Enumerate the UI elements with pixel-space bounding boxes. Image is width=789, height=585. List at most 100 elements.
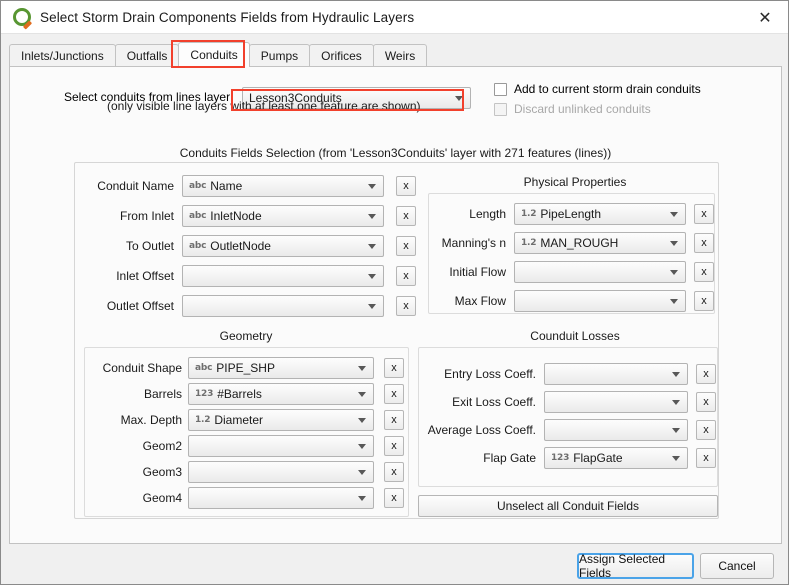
- clear-button-conduit-shape[interactable]: x: [384, 358, 404, 378]
- chevron-down-icon: [670, 212, 678, 217]
- field-combo-geom3[interactable]: [188, 461, 374, 483]
- tab-bar: Inlets/Junctions Outfalls Conduits Pumps…: [9, 42, 780, 67]
- clear-button-outlet-offset[interactable]: x: [396, 296, 416, 316]
- clear-button-conduit-name[interactable]: x: [396, 176, 416, 196]
- conduits-tab-panel: Select conduits from lines layer Lesson3…: [9, 66, 782, 544]
- clear-button-inlet-offset[interactable]: x: [396, 266, 416, 286]
- checkbox-box-add: [494, 83, 507, 96]
- clear-button-exit-loss[interactable]: x: [696, 392, 716, 412]
- tab-inlets-junctions[interactable]: Inlets/Junctions: [9, 44, 116, 67]
- clear-button-max-depth[interactable]: x: [384, 410, 404, 430]
- clear-button-geom3[interactable]: x: [384, 462, 404, 482]
- field-label-geom2: Geom2: [94, 439, 182, 453]
- clear-button-barrels[interactable]: x: [384, 384, 404, 404]
- clear-button-geom4[interactable]: x: [384, 488, 404, 508]
- field-combo-initial-flow[interactable]: [514, 261, 686, 283]
- assign-selected-fields-button[interactable]: Assign Selected Fields: [577, 553, 694, 579]
- chevron-down-icon: [672, 456, 680, 461]
- field-combo-max-flow[interactable]: [514, 290, 686, 312]
- field-label-geom4: Geom4: [94, 491, 182, 505]
- field-label-geom3: Geom3: [94, 465, 182, 479]
- field-label-max-flow: Max Flow: [438, 294, 506, 308]
- clear-button-initial-flow[interactable]: x: [694, 262, 714, 282]
- field-combo-conduit-shape[interactable]: abc PIPE_SHP: [188, 357, 374, 379]
- clear-button-average-loss[interactable]: x: [696, 420, 716, 440]
- field-label-to-outlet: To Outlet: [86, 239, 174, 253]
- field-label-max-depth: Max. Depth: [94, 413, 182, 427]
- clear-button-from-inlet[interactable]: x: [396, 206, 416, 226]
- field-combo-conduit-name[interactable]: abc Name: [182, 175, 384, 197]
- field-combo-geom2[interactable]: [188, 435, 374, 457]
- clear-button-length[interactable]: x: [694, 204, 714, 224]
- field-combo-outlet-offset[interactable]: [182, 295, 384, 317]
- field-label-mannings-n: Manning's n: [438, 236, 506, 250]
- window-title: Select Storm Drain Components Fields fro…: [40, 10, 414, 25]
- field-row-from-inlet: From Inlet abc InletNode x: [86, 205, 406, 227]
- geometry-title: Geometry: [86, 329, 406, 343]
- cancel-button[interactable]: Cancel: [700, 553, 774, 579]
- field-value-max-depth: Diameter: [214, 413, 263, 427]
- tab-conduits[interactable]: Conduits: [178, 42, 249, 67]
- field-label-entry-loss: Entry Loss Coeff.: [426, 367, 536, 381]
- chevron-down-icon: [455, 96, 463, 101]
- chevron-down-icon: [368, 304, 376, 309]
- field-label-average-loss: Average Loss Coeff.: [426, 423, 536, 437]
- field-combo-length[interactable]: 1.2 PipeLength: [514, 203, 686, 225]
- field-type-icon-decimal: 1.2: [195, 415, 210, 425]
- chevron-down-icon: [672, 372, 680, 377]
- field-value-from-inlet: InletNode: [210, 209, 261, 223]
- tab-pumps[interactable]: Pumps: [249, 44, 310, 67]
- fields-selection-caption: Conduits Fields Selection (from 'Lesson3…: [10, 146, 781, 160]
- field-row-to-outlet: To Outlet abc OutletNode x: [86, 235, 406, 257]
- field-label-flap-gate: Flap Gate: [426, 451, 536, 465]
- field-combo-mannings-n[interactable]: 1.2 MAN_ROUGH: [514, 232, 686, 254]
- clear-button-mannings-n[interactable]: x: [694, 233, 714, 253]
- chevron-down-icon: [672, 400, 680, 405]
- tab-weirs[interactable]: Weirs: [373, 44, 427, 67]
- clear-button-to-outlet[interactable]: x: [396, 236, 416, 256]
- layer-hint-text: (only visible line layers with at least …: [107, 99, 421, 113]
- chevron-down-icon: [358, 392, 366, 397]
- tab-outfalls[interactable]: Outfalls: [115, 44, 180, 67]
- checkbox-discard-unlinked: Discard unlinked conduits: [494, 102, 651, 116]
- field-combo-from-inlet[interactable]: abc InletNode: [182, 205, 384, 227]
- chevron-down-icon: [358, 444, 366, 449]
- field-combo-flap-gate[interactable]: 123 FlapGate: [544, 447, 688, 469]
- clear-button-max-flow[interactable]: x: [694, 291, 714, 311]
- field-combo-geom4[interactable]: [188, 487, 374, 509]
- field-type-icon-integer: 123: [551, 453, 569, 463]
- clear-button-flap-gate[interactable]: x: [696, 448, 716, 468]
- field-type-icon-decimal: 1.2: [521, 238, 536, 248]
- field-combo-max-depth[interactable]: 1.2 Diameter: [188, 409, 374, 431]
- field-row-exit-loss: Exit Loss Coeff. x: [426, 391, 711, 413]
- field-combo-entry-loss[interactable]: [544, 363, 688, 385]
- field-value-mannings-n: MAN_ROUGH: [540, 236, 618, 250]
- close-icon[interactable]: ✕: [742, 1, 788, 33]
- clear-button-geom2[interactable]: x: [384, 436, 404, 456]
- field-combo-average-loss[interactable]: [544, 419, 688, 441]
- field-row-inlet-offset: Inlet Offset x: [86, 265, 406, 287]
- chevron-down-icon: [670, 270, 678, 275]
- field-row-flap-gate: Flap Gate 123 FlapGate x: [426, 447, 711, 469]
- chevron-down-icon: [368, 214, 376, 219]
- dialog-window: Select Storm Drain Components Fields fro…: [0, 0, 789, 585]
- chevron-down-icon: [672, 428, 680, 433]
- chevron-down-icon: [358, 366, 366, 371]
- field-combo-exit-loss[interactable]: [544, 391, 688, 413]
- field-row-geom3: Geom3 x: [94, 461, 404, 483]
- field-combo-to-outlet[interactable]: abc OutletNode: [182, 235, 384, 257]
- chevron-down-icon: [670, 299, 678, 304]
- checkbox-add-to-current[interactable]: Add to current storm drain conduits: [494, 82, 701, 96]
- field-label-exit-loss: Exit Loss Coeff.: [426, 395, 536, 409]
- field-value-conduit-shape: PIPE_SHP: [216, 361, 275, 375]
- clear-button-entry-loss[interactable]: x: [696, 364, 716, 384]
- unselect-all-conduit-fields-button[interactable]: Unselect all Conduit Fields: [418, 495, 718, 517]
- field-row-max-depth: Max. Depth 1.2 Diameter x: [94, 409, 404, 431]
- field-row-geom2: Geom2 x: [94, 435, 404, 457]
- field-type-icon-integer: 123: [195, 389, 213, 399]
- field-combo-barrels[interactable]: 123 #Barrels: [188, 383, 374, 405]
- field-combo-inlet-offset[interactable]: [182, 265, 384, 287]
- tab-orifices[interactable]: Orifices: [309, 44, 374, 67]
- chevron-down-icon: [358, 496, 366, 501]
- field-value-length: PipeLength: [540, 207, 601, 221]
